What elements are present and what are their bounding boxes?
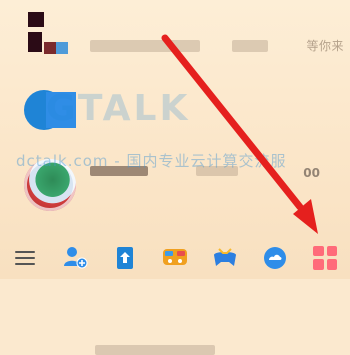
upload-icon[interactable]	[110, 243, 140, 273]
apps-grid-icon[interactable]	[310, 243, 340, 273]
add-contact-icon[interactable]	[60, 243, 90, 273]
contact-name-blurred	[95, 345, 215, 355]
games-icon[interactable]	[210, 243, 240, 273]
bottom-toolbar	[0, 236, 350, 279]
game-center-icon[interactable]	[160, 243, 190, 273]
menu-icon[interactable]	[10, 243, 40, 273]
cloud-icon[interactable]	[260, 243, 290, 273]
